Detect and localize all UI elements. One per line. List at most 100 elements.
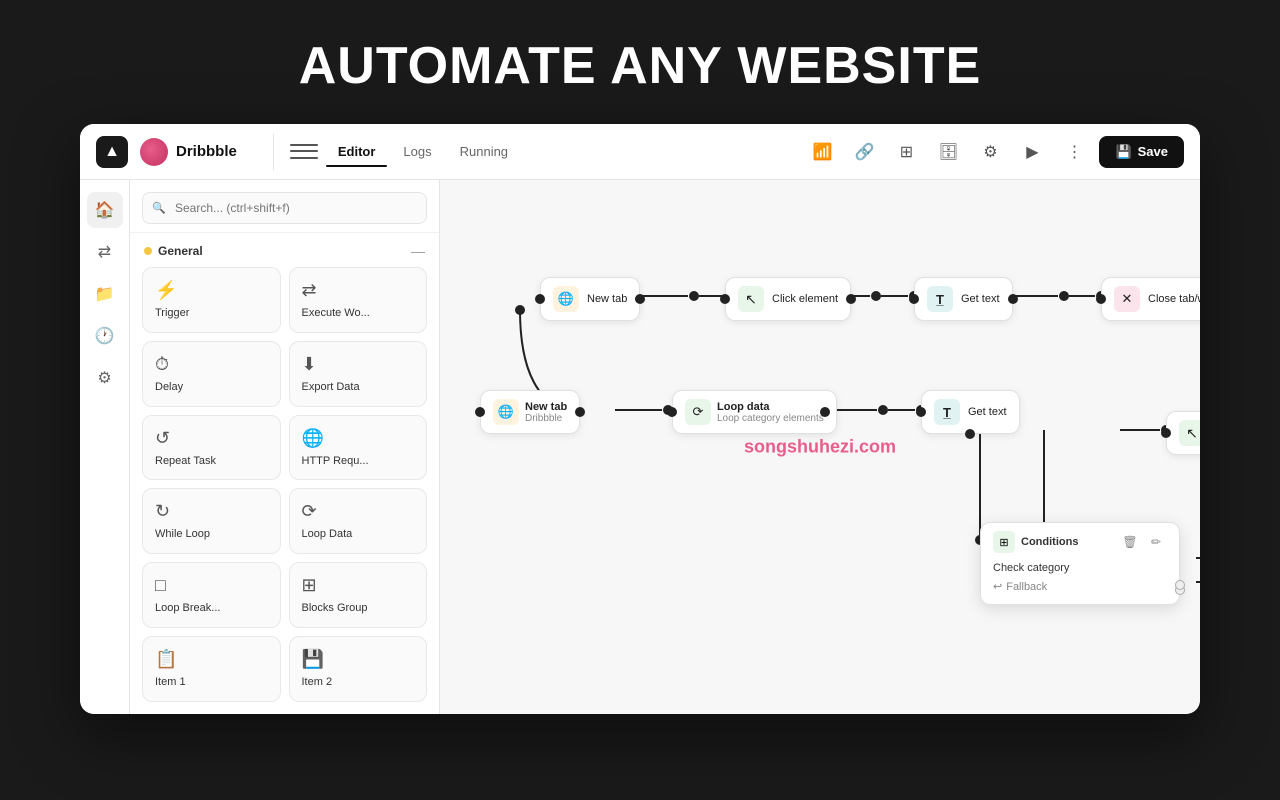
http-request-icon: 🌐 [302,428,415,449]
nav-workflow-icon[interactable]: ⇄ [87,234,123,270]
http-request-label: HTTP Requ... [302,455,415,467]
loop-data-icon: ⟳ [302,501,415,522]
block-loop-break[interactable]: □ Loop Break... [142,562,281,628]
app-window: ▲ Dribbble Editor Logs Running 📶 🔗 ⊞ 🗄 ⚙… [80,124,1200,714]
brand-logo: Dribbble [140,138,237,166]
conditions-label: Conditions [1021,536,1078,548]
block-item2[interactable]: 💾 Item 2 [289,636,428,702]
tab-running[interactable]: Running [448,138,520,165]
connector-dot-left [909,294,919,304]
loop-break-icon: □ [155,575,268,596]
block-item1[interactable]: 📋 Item 1 [142,636,281,702]
connector-svg [440,180,1200,714]
collapse-button[interactable]: — [411,243,425,259]
node-get-text-1[interactable]: T̲ Get text [914,277,1013,321]
nav-home-icon[interactable]: 🏠 [87,192,123,228]
connector-dot-left [720,294,730,304]
database-icon-button[interactable]: 🗄 [931,135,965,169]
click-element-icon: ↖ [738,286,764,312]
hero-title: AUTOMATE ANY WEBSITE [299,0,982,124]
grid-icon-button[interactable]: ⊞ [889,135,923,169]
blocks-grid: ⚡ Trigger ⇄ Execute Wo... ⏱ Delay ⬇ Expo… [130,267,439,714]
hamburger-line [290,144,318,146]
top-actions: 📶 🔗 ⊞ 🗄 ⚙ ▶ ⋮ 💾 Save [805,135,1184,169]
node-loop-data[interactable]: ⟳ Loop data Loop category elements [672,390,837,434]
left-nav: 🏠 ⇄ 📁 🕐 ⚙ [80,180,130,714]
divider [273,134,274,170]
search-bar [130,180,439,233]
export-data-icon: ⬇ [302,354,415,375]
connector-dot-left [475,407,485,417]
node-get-text-2[interactable]: T̲ Get text [921,390,1020,434]
nav-files-icon[interactable]: 📁 [87,276,123,312]
node-close-tab[interactable]: ✕ Close tab/window [1101,277,1200,321]
top-bar: ▲ Dribbble Editor Logs Running 📶 🔗 ⊞ 🗄 ⚙… [80,124,1200,180]
connector-dot-right [846,294,856,304]
connector-dot-bottom [965,429,975,439]
block-export-data[interactable]: ⬇ Export Data [289,341,428,407]
item1-label: Item 1 [155,676,268,688]
nav-history-icon[interactable]: 🕐 [87,318,123,354]
save-icon: 💾 [1115,144,1131,160]
wifi-icon-button[interactable]: 📶 [805,135,839,169]
block-repeat-task[interactable]: ↺ Repeat Task [142,415,281,481]
search-input[interactable] [142,192,427,224]
conditions-actions: 🗑 ✏ [1119,531,1167,553]
tab-logs[interactable]: Logs [391,138,443,165]
hamburger-line [290,157,318,159]
watermark: songshuhezi.com [744,437,896,458]
get-text-2-icon: T̲ [934,399,960,425]
new-tab-icon: 🌐 [553,286,579,312]
conditions-header: ⊞ Conditions 🗑 ✏ [993,531,1167,553]
click-element-2-icon: ↖ [1179,420,1200,446]
sidebar-toggle-button[interactable] [290,142,318,162]
get-text-2-label: Get text [968,406,1007,418]
share-icon-button[interactable]: 🔗 [847,135,881,169]
node-click-element-2[interactable]: ↖ Click element [1166,411,1200,455]
new-tab-label: New tab [587,293,627,305]
block-delay[interactable]: ⏱ Delay [142,341,281,407]
hamburger-line [290,150,318,152]
block-while-loop[interactable]: ↻ While Loop [142,488,281,554]
delay-icon: ⏱ [155,354,268,375]
block-loop-data[interactable]: ⟳ Loop Data [289,488,428,554]
block-execute-workflow[interactable]: ⇄ Execute Wo... [289,267,428,333]
node-new-tab-1[interactable]: 🌐 New tab [540,277,640,321]
loop-data-sub: Loop category elements [717,413,824,424]
connector-dot-right [820,407,830,417]
conditions-delete-button[interactable]: 🗑 [1119,531,1141,553]
check-category-row: Check category [993,559,1167,577]
brand-name: Dribbble [176,143,237,160]
blocks-group-label: Blocks Group [302,602,415,614]
block-blocks-group[interactable]: ⊞ Blocks Group [289,562,428,628]
nav-settings-icon[interactable]: ⚙ [87,360,123,396]
get-text-icon: T̲ [927,286,953,312]
new-tab-2-label: New tab [525,401,567,413]
play-icon-button[interactable]: ▶ [1015,135,1049,169]
canvas-area[interactable]: songshuhezi.com [440,180,1200,714]
new-tab-2-sub: Dribbble [525,413,567,424]
block-trigger[interactable]: ⚡ Trigger [142,267,281,333]
delay-label: Delay [155,381,268,393]
tab-editor[interactable]: Editor [326,138,388,165]
save-button[interactable]: 💾 Save [1099,136,1184,168]
loop-break-label: Loop Break... [155,602,268,614]
trigger-label: Trigger [155,307,268,319]
click-element-label: Click element [772,293,838,305]
node-click-element-1[interactable]: ↖ Click element [725,277,851,321]
connector-dot-left [1096,294,1106,304]
section-header: General — [130,233,439,267]
connector-dot-right [575,407,585,417]
connector-dot-right [635,294,645,304]
conditions-edit-button[interactable]: ✏ [1145,531,1167,553]
block-http-request[interactable]: 🌐 HTTP Requ... [289,415,428,481]
more-icon-button[interactable]: ⋮ [1057,135,1091,169]
trigger-icon: ⚡ [155,280,268,301]
repeat-task-label: Repeat Task [155,455,268,467]
brand-circle-icon [140,138,168,166]
settings-icon-button[interactable]: ⚙ [973,135,1007,169]
while-loop-icon: ↻ [155,501,268,522]
node-new-tab-2[interactable]: 🌐 New tab Dribbble [480,390,580,434]
conditions-panel[interactable]: ⊞ Conditions 🗑 ✏ Check category ↩ Fallba… [980,522,1180,605]
export-data-label: Export Data [302,381,415,393]
